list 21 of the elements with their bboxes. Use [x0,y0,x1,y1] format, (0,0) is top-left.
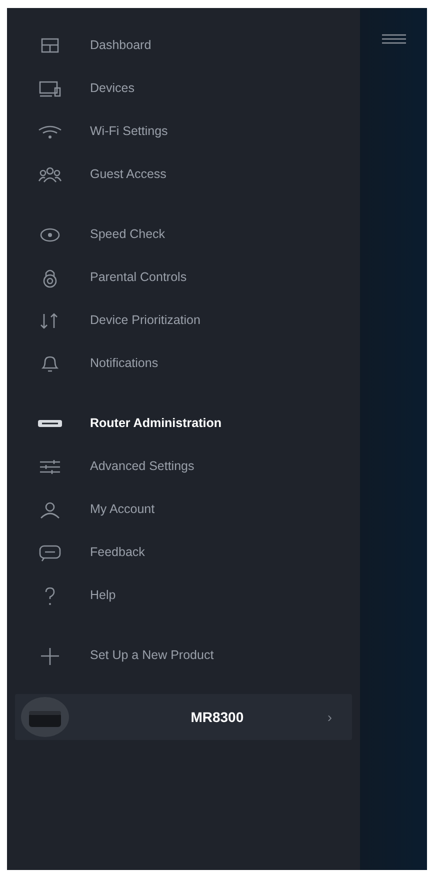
menu-item[interactable]: Wi-Fi Settings [7,110,360,153]
menu-item[interactable]: Help [7,574,360,617]
router-icon [21,697,69,737]
menu-item[interactable]: Feedback [7,531,360,574]
menu-item[interactable]: Advanced Settings [7,445,360,488]
chevron-icon: › [327,706,332,728]
people-icon [37,164,63,184]
chat-icon [37,542,63,562]
router-row[interactable]: MR8300 › [15,694,352,740]
menu-item[interactable]: Dashboard [7,24,360,67]
menu-item[interactable]: Devices [7,67,360,110]
menu-item[interactable]: Guest Access [7,153,360,196]
menu-item[interactable]: Parental Controls [7,256,360,299]
menu-item[interactable]: Device Prioritization [7,299,360,342]
menu-icon[interactable] [382,34,406,44]
menu-item[interactable]: Notifications [7,342,360,385]
menu-item[interactable]: Set Up a New Product [7,634,360,677]
menu-item[interactable]: Router Administration [7,402,360,445]
menu-item[interactable]: My Account [7,488,360,531]
devices-icon [37,78,63,98]
menu-item[interactable]: Speed Check [7,213,360,256]
